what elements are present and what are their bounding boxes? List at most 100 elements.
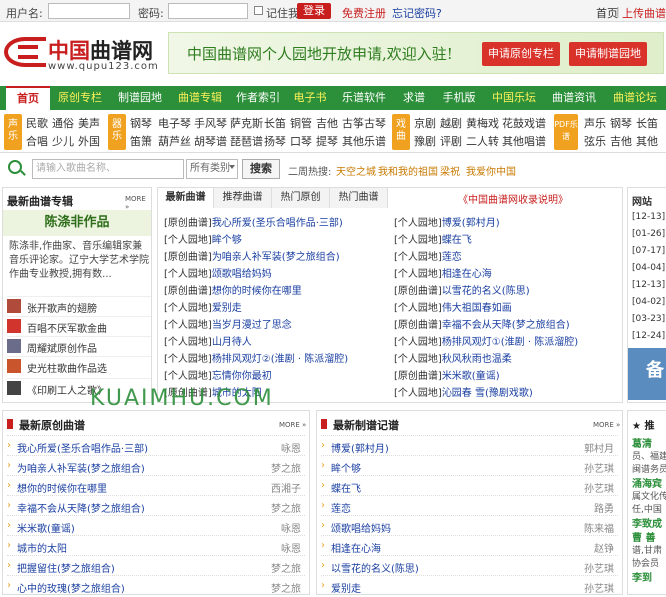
score-row[interactable]: [个人园地]博爱(郭村月) bbox=[394, 214, 500, 231]
list-item-title[interactable]: 城市的太阳 bbox=[17, 540, 67, 555]
score-title-link[interactable]: 莲恋 bbox=[442, 252, 462, 263]
list-item[interactable]: › 莲恋 路勇 bbox=[321, 495, 618, 517]
list-item[interactable]: › 幸福不会从天降(梦之旅组合) 梦之旅 bbox=[7, 495, 305, 517]
score-row[interactable]: [原创曲谱]想你的时候你在哪里 bbox=[164, 282, 302, 299]
album-more-link[interactable]: MORE » bbox=[125, 195, 151, 211]
map-image[interactable]: 备 bbox=[628, 348, 666, 400]
apply-notation-garden-button[interactable]: 申请制谱园地 bbox=[569, 42, 647, 66]
forgot-password-link[interactable]: 忘记密码? bbox=[392, 5, 442, 21]
hot-keyword-link[interactable]: 我爱你中国 bbox=[466, 163, 516, 178]
nav-china-music[interactable]: 中国乐坛 bbox=[486, 86, 542, 110]
score-row[interactable]: [原创曲谱]米米歌(童谣) bbox=[394, 367, 500, 384]
score-row[interactable]: [个人园地]沁园春 雪(豫剧戏歌) bbox=[394, 384, 533, 401]
album-item[interactable]: 张开歌声的翅膀 bbox=[7, 296, 151, 315]
opera-link[interactable]: 豫剧 bbox=[414, 133, 436, 149]
score-title-link[interactable]: 杨排风观灯②(淮剧 · 陈派溜腔) bbox=[212, 354, 348, 365]
list-item[interactable]: › 心中的玫瑰(梦之旅组合) 梦之旅 bbox=[7, 575, 305, 597]
album-item[interactable]: 周耀斌原创作品 bbox=[7, 336, 151, 355]
vocal-link[interactable]: 少儿 bbox=[52, 133, 74, 149]
author-name[interactable]: 李致成 bbox=[632, 515, 662, 530]
instrument-link[interactable]: 萨克斯 bbox=[230, 115, 263, 131]
list-item[interactable]: › 蝶在飞 孙艺琪 bbox=[321, 475, 618, 497]
score-title-link[interactable]: 当岁月漫过了思念 bbox=[212, 320, 292, 331]
author-name[interactable]: 涌海宾 bbox=[632, 475, 662, 490]
instrument-link[interactable]: 口琴 bbox=[290, 133, 312, 149]
category-opera[interactable]: 戏曲 bbox=[392, 114, 410, 150]
score-title-link[interactable]: 忘情你你最初 bbox=[212, 371, 272, 382]
score-title-link[interactable]: 秋风秋雨也温柔 bbox=[442, 354, 512, 365]
category-vocal[interactable]: 声乐 bbox=[4, 114, 22, 150]
list-item-title[interactable]: 为咱亲人补军装(梦之旅组合) bbox=[17, 460, 145, 475]
score-title-link[interactable]: 颂歌唱给妈妈 bbox=[212, 269, 272, 280]
score-row[interactable]: [个人园地]当岁月漫过了思念 bbox=[164, 316, 292, 333]
score-row[interactable]: [个人园地]相逢在心海 bbox=[394, 265, 492, 282]
nav-score-albums[interactable]: 曲谱专辑 bbox=[172, 86, 228, 110]
list-item-title[interactable]: 心中的玫瑰(梦之旅组合) bbox=[17, 580, 125, 595]
list-item[interactable]: › 城市的太阳 咏恩 bbox=[7, 535, 305, 557]
list-item[interactable]: › 爱别走 孙艺琪 bbox=[321, 575, 618, 597]
username-input[interactable] bbox=[48, 3, 130, 19]
album-featured-title[interactable]: 陈涤非作品 bbox=[3, 210, 151, 236]
category-pdf[interactable]: PDF乐谱 bbox=[554, 114, 578, 150]
search-input[interactable]: 请输入歌曲名称、 bbox=[32, 159, 184, 179]
instrument-link[interactable]: 电子琴 bbox=[158, 115, 191, 131]
nav-original-column[interactable]: 原创专栏 bbox=[52, 86, 108, 110]
score-row[interactable]: [个人园地]杨排风观灯①(淮剧 · 陈派溜腔) bbox=[394, 333, 578, 350]
pdf-link[interactable]: 声乐 bbox=[584, 115, 606, 131]
score-title-link[interactable]: 想你的时候你在哪里 bbox=[212, 286, 302, 297]
vocal-link[interactable]: 民歌 bbox=[26, 115, 48, 131]
opera-link[interactable]: 越剧 bbox=[440, 115, 462, 131]
category-instrumental[interactable]: 器乐 bbox=[108, 114, 126, 150]
score-title-link[interactable]: 以雪花的名义(陈思) bbox=[442, 286, 530, 297]
score-row[interactable]: [个人园地]蝶在飞 bbox=[394, 231, 472, 248]
pdf-link[interactable]: 其他 bbox=[636, 133, 658, 149]
remember-checkbox[interactable] bbox=[254, 6, 263, 15]
nav-request-score[interactable]: 求谱 bbox=[396, 86, 432, 110]
original-more-link[interactable]: MORE » bbox=[279, 421, 306, 429]
author-name[interactable]: 曹 善 bbox=[632, 529, 655, 544]
score-title-link[interactable]: 沁园春 雪(豫剧戏歌) bbox=[442, 388, 533, 399]
list-item[interactable]: › 颂歌唱给妈妈 陈来福 bbox=[321, 515, 618, 537]
list-item[interactable]: › 以雪花的名义(陈思) 孙艺琪 bbox=[321, 555, 618, 577]
nav-notation-garden[interactable]: 制谱园地 bbox=[112, 86, 168, 110]
score-row[interactable]: [个人园地]爱别走 bbox=[164, 299, 242, 316]
list-item-title[interactable]: 莲恋 bbox=[331, 500, 351, 515]
password-input[interactable] bbox=[168, 3, 248, 19]
nav-ebooks[interactable]: 电子书 bbox=[288, 86, 332, 110]
login-button[interactable]: 登录 bbox=[297, 3, 331, 19]
list-item-title[interactable]: 米米歌(童谣) bbox=[17, 520, 75, 535]
score-row[interactable]: [个人园地]忘情你你最初 bbox=[164, 367, 272, 384]
notation-more-link[interactable]: MORE » bbox=[593, 421, 620, 429]
list-item-title[interactable]: 以雪花的名义(陈思) bbox=[331, 560, 419, 575]
score-row[interactable]: [个人园地]莲恋 bbox=[394, 248, 462, 265]
score-row[interactable]: [个人园地]山月待人 bbox=[164, 333, 252, 350]
search-button[interactable]: 搜索 bbox=[242, 159, 280, 179]
opera-link[interactable]: 花鼓戏谱 bbox=[502, 115, 546, 131]
opera-link[interactable]: 京剧 bbox=[414, 115, 436, 131]
author-name[interactable]: 李到 bbox=[632, 569, 652, 584]
score-title-link[interactable]: 米米歌(童谣) bbox=[442, 371, 500, 382]
instrument-link[interactable]: 其他乐谱 bbox=[342, 133, 386, 149]
score-title-link[interactable]: 眸个够 bbox=[212, 235, 242, 246]
score-row[interactable]: [个人园地]杨排风观灯②(淮剧 · 陈派溜腔) bbox=[164, 350, 348, 367]
score-title-link[interactable]: 爱别走 bbox=[212, 303, 242, 314]
opera-link[interactable]: 评剧 bbox=[440, 133, 462, 149]
vocal-link[interactable]: 外国 bbox=[78, 133, 100, 149]
vocal-link[interactable]: 美声 bbox=[78, 115, 100, 131]
pdf-link[interactable]: 钢琴 bbox=[610, 115, 632, 131]
hot-keyword-link[interactable]: 我和我的祖国 bbox=[378, 163, 438, 178]
score-row[interactable]: [原创曲谱]为咱亲人补军装(梦之旅组合) bbox=[164, 248, 340, 265]
instrument-link[interactable]: 提琴 bbox=[316, 133, 338, 149]
list-item[interactable]: › 我心所爱(圣乐合唱作品·三部) 咏恩 bbox=[7, 435, 305, 457]
score-row[interactable]: [个人园地]伟大祖国春如画 bbox=[394, 299, 512, 316]
register-link[interactable]: 免费注册 bbox=[342, 5, 386, 21]
instrument-link[interactable]: 手风琴 bbox=[194, 115, 227, 131]
instrument-link[interactable]: 长笛 bbox=[264, 115, 286, 131]
nav-score-forum[interactable]: 曲谱论坛 bbox=[606, 86, 664, 110]
score-row[interactable]: [原创曲谱]我心所爱(圣乐合唱作品·三部) bbox=[164, 214, 343, 231]
score-title-link[interactable]: 幸福不会从天降(梦之旅组合) bbox=[442, 320, 570, 331]
list-item-title[interactable]: 蝶在飞 bbox=[331, 480, 361, 495]
nav-home[interactable]: 首页 bbox=[6, 86, 50, 110]
list-item-title[interactable]: 博爱(郭村月) bbox=[331, 440, 389, 455]
tab-hot-scores[interactable]: 热门曲谱 bbox=[330, 188, 388, 208]
